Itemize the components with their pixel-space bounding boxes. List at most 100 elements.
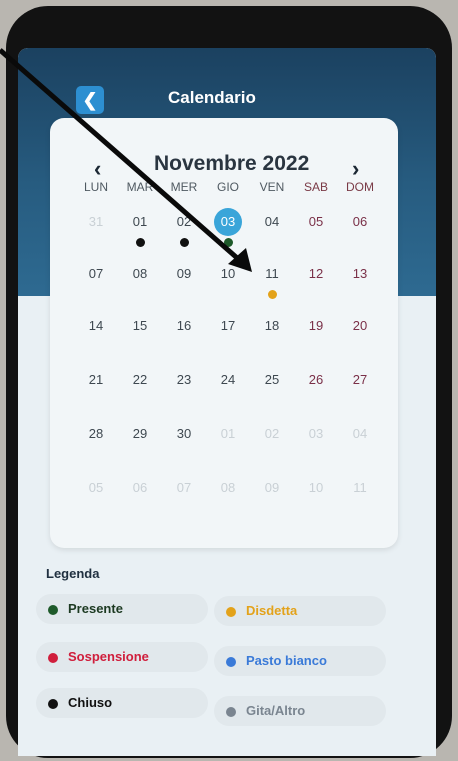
calendar-day[interactable]: 29 bbox=[118, 426, 162, 466]
legend-label: Disdetta bbox=[246, 603, 298, 618]
calendar-day[interactable]: 07 bbox=[162, 480, 206, 520]
day-number: 07 bbox=[88, 266, 104, 281]
day-number: 04 bbox=[264, 214, 280, 229]
prev-month-button[interactable]: ‹ bbox=[94, 156, 101, 182]
day-number: 20 bbox=[352, 318, 368, 333]
legend-dot bbox=[226, 706, 236, 717]
weekday-label: SAB bbox=[303, 180, 328, 194]
day-number: 06 bbox=[132, 480, 148, 495]
calendar-day[interactable]: 02 bbox=[250, 426, 294, 466]
calendar-day[interactable]: 02 bbox=[162, 214, 206, 254]
legend-label: Sospensione bbox=[68, 649, 149, 664]
calendar-day[interactable]: 03 bbox=[294, 426, 338, 466]
day-number: 25 bbox=[264, 372, 280, 387]
calendar-day[interactable]: 03 bbox=[206, 208, 250, 254]
day-number: 08 bbox=[132, 266, 148, 281]
legend-dot bbox=[48, 604, 58, 615]
calendar-day[interactable]: 18 bbox=[250, 318, 294, 358]
legend-dot bbox=[226, 606, 236, 617]
day-number: 05 bbox=[308, 214, 324, 229]
calendar-day[interactable]: 01 bbox=[206, 426, 250, 466]
calendar-day[interactable]: 10 bbox=[294, 480, 338, 520]
status-dot bbox=[224, 238, 233, 247]
calendar-day[interactable]: 09 bbox=[162, 266, 206, 306]
calendar-day[interactable]: 26 bbox=[294, 372, 338, 412]
day-number: 31 bbox=[88, 214, 104, 229]
calendar-day[interactable]: 05 bbox=[294, 214, 338, 254]
day-number: 03 bbox=[308, 426, 324, 441]
calendar-day[interactable]: 04 bbox=[338, 426, 382, 466]
day-number: 01 bbox=[220, 426, 236, 441]
next-month-button[interactable]: › bbox=[352, 156, 359, 182]
calendar-day[interactable]: 28 bbox=[74, 426, 118, 466]
day-number: 28 bbox=[88, 426, 104, 441]
day-number: 09 bbox=[264, 480, 280, 495]
calendar-day[interactable]: 06 bbox=[338, 214, 382, 254]
calendar-day[interactable]: 19 bbox=[294, 318, 338, 358]
calendar-week-row: 28 29 30 01 02 03 04 bbox=[74, 426, 382, 466]
status-dot bbox=[136, 238, 145, 247]
calendar-day[interactable]: 10 bbox=[206, 266, 250, 306]
weekday-label: GIO bbox=[216, 180, 239, 194]
calendar-day[interactable]: 16 bbox=[162, 318, 206, 358]
calendar-week-row: 31 01 02 03 04 05 06 bbox=[74, 208, 382, 254]
calendar-day[interactable]: 13 bbox=[338, 266, 382, 306]
day-number: 12 bbox=[308, 266, 324, 281]
calendar-day[interactable]: 08 bbox=[206, 480, 250, 520]
calendar-day[interactable]: 24 bbox=[206, 372, 250, 412]
calendar-day[interactable]: 27 bbox=[338, 372, 382, 412]
page-title: Calendario bbox=[168, 88, 256, 107]
calendar-week-row: 05 06 07 08 09 10 11 bbox=[74, 480, 382, 520]
calendar-day[interactable]: 20 bbox=[338, 318, 382, 358]
day-number: 05 bbox=[88, 480, 104, 495]
calendar-day[interactable]: 21 bbox=[74, 372, 118, 412]
day-number: 16 bbox=[176, 318, 192, 333]
calendar-day[interactable]: 11 bbox=[250, 266, 294, 306]
day-number: 08 bbox=[220, 480, 236, 495]
calendar-day[interactable]: 25 bbox=[250, 372, 294, 412]
day-number: 10 bbox=[308, 480, 324, 495]
calendar-week-row: 14 15 16 17 18 19 20 bbox=[74, 318, 382, 358]
month-label: Novembre 2022 bbox=[154, 152, 310, 175]
day-number: 19 bbox=[308, 318, 324, 333]
weekday-label: VEN bbox=[259, 180, 285, 194]
calendar-day[interactable]: 06 bbox=[118, 480, 162, 520]
calendar-day[interactable]: 09 bbox=[250, 480, 294, 520]
day-number: 24 bbox=[220, 372, 236, 387]
legend-item: Gita/Altro bbox=[214, 696, 386, 726]
legend-item: Disdetta bbox=[214, 596, 386, 626]
calendar-day[interactable]: 07 bbox=[74, 266, 118, 306]
calendar-day[interactable]: 31 bbox=[74, 214, 118, 254]
status-dot bbox=[180, 238, 189, 247]
day-number: 11 bbox=[265, 266, 279, 281]
day-number: 29 bbox=[132, 426, 148, 441]
calendar-card: ‹ Novembre 2022 › LUN MAR MER GIO VEN SA… bbox=[50, 118, 398, 548]
calendar-day[interactable]: 05 bbox=[74, 480, 118, 520]
day-number: 23 bbox=[176, 372, 192, 387]
day-number: 13 bbox=[352, 266, 368, 281]
day-number: 10 bbox=[220, 266, 236, 281]
status-dot bbox=[268, 290, 277, 299]
calendar-day[interactable]: 12 bbox=[294, 266, 338, 306]
calendar-day[interactable]: 08 bbox=[118, 266, 162, 306]
calendar-day[interactable]: 22 bbox=[118, 372, 162, 412]
day-number: 11 bbox=[353, 480, 367, 495]
legend-item: Presente bbox=[36, 594, 208, 624]
back-button[interactable]: ❮ bbox=[76, 86, 104, 114]
calendar-day[interactable]: 30 bbox=[162, 426, 206, 466]
calendar-day[interactable]: 11 bbox=[338, 480, 382, 520]
calendar-day[interactable]: 04 bbox=[250, 214, 294, 254]
legend-title: Legenda bbox=[46, 566, 100, 581]
calendar-day[interactable]: 23 bbox=[162, 372, 206, 412]
calendar-day[interactable]: 14 bbox=[74, 318, 118, 358]
calendar-day[interactable]: 17 bbox=[206, 318, 250, 358]
calendar-day[interactable]: 01 bbox=[118, 214, 162, 254]
calendar-day[interactable]: 15 bbox=[118, 318, 162, 358]
weekday-label: MER bbox=[170, 180, 198, 194]
day-number: 04 bbox=[352, 426, 368, 441]
day-number: 21 bbox=[88, 372, 104, 387]
weekday-header: LUN MAR MER GIO VEN SAB DOM bbox=[74, 180, 382, 194]
chevron-left-icon: ❮ bbox=[82, 90, 98, 110]
legend-label: Chiuso bbox=[68, 695, 113, 710]
phone-frame: ❮ Calendario ‹ Novembre 2022 › LUN MAR M… bbox=[6, 6, 452, 758]
